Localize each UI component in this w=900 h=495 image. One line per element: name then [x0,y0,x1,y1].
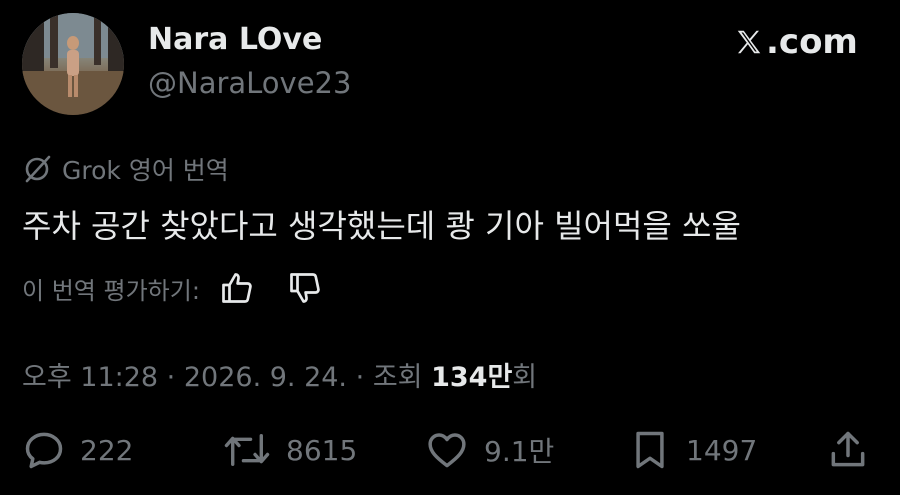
translation-label: Grok 영어 번역 [22,151,229,187]
heart-icon [428,433,466,468]
like-button[interactable]: 9.1만 [424,428,554,472]
rate-label: 이 번역 평가하기: [22,276,200,305]
like-count: 9.1만 [484,435,555,468]
repost-count: 8615 [286,433,358,467]
tweet-time[interactable]: 오후 11:28 [22,362,158,393]
translation-source: Grok 영어 번역 [62,156,229,185]
thumbs-up-icon[interactable] [218,270,256,306]
share-icon [831,431,865,467]
thumbs-down-icon[interactable] [286,270,324,306]
views-count: 134만 [431,362,513,393]
meta-separator: · [166,362,176,393]
reply-icon [25,432,63,469]
bookmark-button[interactable]: 1497 [628,428,757,472]
tweet-date[interactable]: 2026. 9. 24. [184,362,347,393]
user-handle[interactable]: @NaraLove23 [148,66,351,100]
action-bar: 222 8615 9.1만 1497 [0,428,900,478]
avatar[interactable] [22,13,124,115]
share-button[interactable] [826,428,870,472]
x-icon [737,30,761,54]
site-label: .com [766,22,858,62]
bookmark-icon [636,431,664,469]
x-logo: .com [734,22,858,62]
views-prefix: 조회 [372,362,423,393]
bookmark-count: 1497 [686,433,758,467]
repost-button[interactable]: 8615 [222,428,357,472]
views-suffix: 회 [512,362,538,393]
repost-icon [224,434,270,466]
grok-icon [25,155,51,183]
rate-translation: 이 번역 평가하기: [22,270,324,306]
display-name[interactable]: Nara LOve [148,22,322,57]
meta-separator: · [355,362,365,393]
reply-count: 222 [80,433,134,467]
tweet-meta: 오후 11:28 · 2026. 9. 24. · 조회 134만회 [22,355,537,394]
tweet-text: 주차 공간 찾았다고 생각했는데 쾅 기아 빌어먹을 쏘울 [22,207,741,245]
reply-button[interactable]: 222 [22,428,133,472]
avatar-photo [22,13,124,115]
